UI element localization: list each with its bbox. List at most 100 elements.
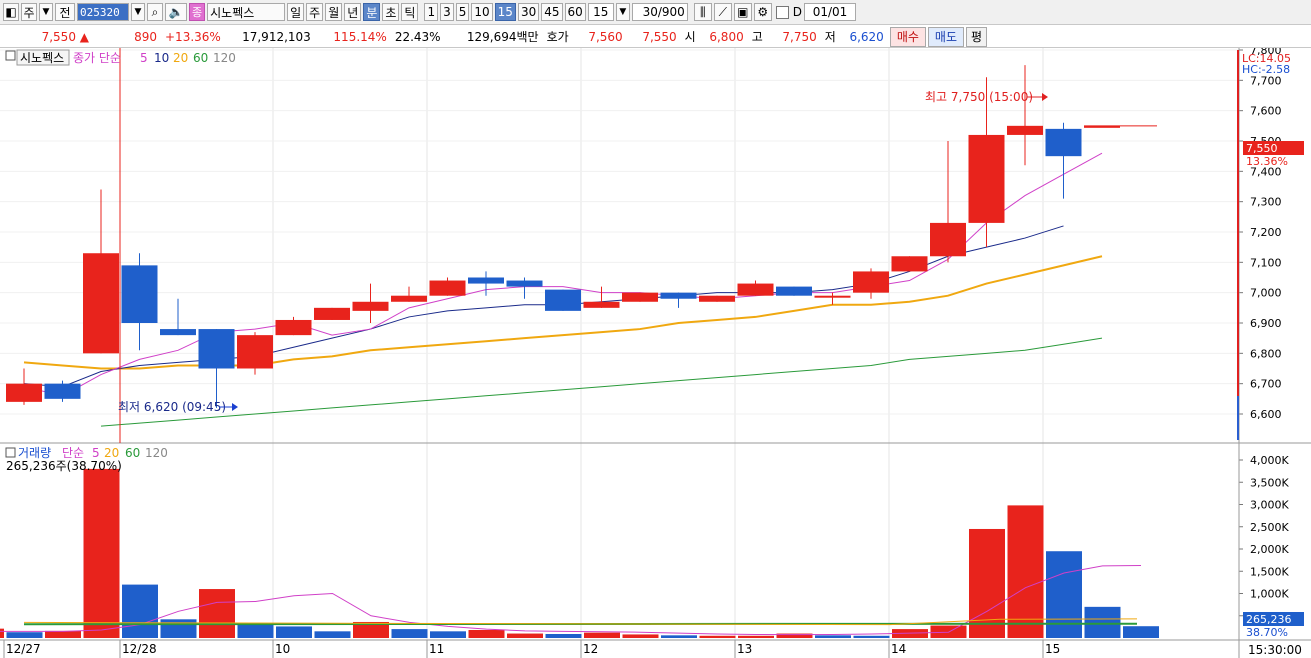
volume-ma60-label: 60 — [125, 446, 140, 460]
volume-bar — [1084, 606, 1121, 638]
price-tick-label: 6,700 — [1250, 378, 1282, 391]
interval-1[interactable]: 1 — [424, 3, 439, 21]
volume-bar — [738, 635, 774, 638]
buy-button[interactable]: 매수 — [889, 26, 926, 47]
stock-name-field[interactable]: 시노펙스 — [207, 3, 286, 21]
volume-legend-box-icon[interactable] — [5, 447, 16, 458]
high-label: 고 — [751, 30, 763, 44]
volume-bar — [199, 589, 235, 638]
x-axis-label: 12/27 — [6, 642, 41, 656]
candle — [44, 383, 81, 399]
price-tick-label: 6,600 — [1250, 408, 1282, 421]
speaker-icon[interactable]: 🔈 — [165, 3, 187, 21]
ma60-label: 60 — [193, 51, 208, 65]
volume-bar — [391, 629, 428, 638]
price-tick-label: 7,200 — [1250, 226, 1282, 239]
open-price: 6,800 — [709, 29, 744, 44]
ask-label: 호가 — [546, 30, 569, 44]
volume-tick-label: 2,500K — [1250, 521, 1289, 534]
candle — [968, 134, 1005, 223]
volume-ratio: 115.14% — [333, 29, 387, 44]
candle — [468, 277, 504, 284]
sell-button[interactable]: 매도 — [927, 26, 964, 47]
price-tick-label: 7,100 — [1250, 256, 1282, 269]
interval-5[interactable]: 5 — [455, 3, 470, 21]
market-dropdown-icon[interactable]: ▼ — [39, 3, 53, 21]
interval-45[interactable]: 45 — [541, 3, 563, 21]
volume-tick-label: 3,000K — [1250, 499, 1289, 512]
candle — [352, 301, 389, 311]
candle — [198, 329, 235, 369]
period-month[interactable]: 월 — [325, 3, 343, 21]
save-icon[interactable]: ▣ — [733, 3, 752, 21]
current-time: 15:30:00 — [1248, 643, 1302, 657]
period-minute[interactable]: 분 — [363, 3, 381, 21]
interval-60[interactable]: 60 — [564, 3, 586, 21]
period-day[interactable]: 일 — [287, 3, 305, 21]
volume-bar — [468, 629, 505, 638]
volume-bar — [276, 626, 312, 638]
last-price-label: 7,550 — [1246, 142, 1278, 155]
period-tick[interactable]: 틱 — [401, 3, 419, 21]
period-year[interactable]: 년 — [344, 3, 362, 21]
volume-bar — [0, 628, 4, 638]
candle-icon[interactable]: ⫼ — [693, 3, 712, 21]
legend-box-icon[interactable] — [5, 50, 16, 61]
date-checkbox[interactable] — [775, 5, 789, 19]
count-input[interactable]: 30/900 — [631, 3, 688, 21]
x-axis-label: 13 — [737, 642, 752, 656]
last-volume-pct: 38.70% — [1246, 626, 1288, 639]
volume-bar — [622, 634, 659, 638]
quote-bar: 7,550 ▲ 890 +13.36% 17,912,103 115.14% 2… — [0, 26, 1311, 48]
volume-ma20-label: 20 — [104, 446, 119, 460]
volume-ma120-label: 120 — [145, 446, 168, 460]
interval-15[interactable]: 15 — [494, 3, 516, 21]
open-label: 시 — [684, 30, 696, 44]
price-legend: 시노펙스 종가 단순 5 10 20 60 120 — [5, 49, 236, 66]
period-second[interactable]: 초 — [382, 3, 400, 21]
low-price: 6,620 — [849, 29, 884, 44]
volume-tick-label: 1,500K — [1250, 565, 1289, 578]
prev-button[interactable]: 전 — [55, 3, 75, 21]
volume-bar — [237, 624, 274, 638]
x-axis-label: 12/28 — [122, 642, 157, 656]
chart-area[interactable]: 7,8007,7007,6007,5007,4007,3007,2007,100… — [0, 48, 1311, 658]
price-change: 890 — [134, 29, 157, 44]
candle — [622, 292, 658, 302]
volume-bar — [815, 635, 851, 638]
interval-30[interactable]: 30 — [517, 3, 540, 21]
date-input[interactable]: 01/01 — [804, 3, 857, 21]
chart-settings-icon[interactable]: ◧ — [3, 3, 19, 21]
volume-bar — [160, 619, 197, 638]
candle — [83, 253, 119, 354]
volume-ma5-label: 5 — [92, 446, 100, 460]
candle — [121, 265, 158, 323]
interval-3[interactable]: 3 — [440, 3, 454, 21]
candle — [1084, 125, 1120, 128]
volume-label: 거래량 — [18, 446, 51, 460]
period-week[interactable]: 주 — [306, 3, 324, 21]
code-dropdown-icon[interactable]: ▼ — [131, 3, 145, 21]
low-annotation: 최저 6,620 (09:45) — [118, 400, 226, 414]
high-price: 7,750 — [782, 29, 817, 44]
stock-code-input[interactable]: 025320 — [77, 3, 129, 21]
x-axis-label: 15 — [1045, 642, 1060, 656]
stock-type-badge: 종 — [189, 3, 206, 21]
volume-bar — [83, 468, 120, 638]
search-icon[interactable]: ⌕ — [147, 3, 163, 21]
market-select[interactable]: 주 — [21, 3, 37, 21]
gear-icon[interactable]: ⚙ — [753, 3, 772, 21]
date-check-label: D — [792, 5, 803, 19]
line-chart-icon[interactable]: ⟋ — [713, 3, 732, 21]
volume-tick-label: 1,000K — [1250, 588, 1289, 601]
candle — [814, 295, 851, 298]
interval-dropdown-icon[interactable]: ▼ — [615, 3, 630, 21]
interval-10[interactable]: 10 — [471, 3, 493, 21]
price-tick-label: 6,800 — [1250, 347, 1282, 360]
volume-bar — [507, 633, 543, 638]
candle — [545, 289, 581, 311]
candle — [1045, 128, 1082, 157]
interval-input[interactable]: 15 — [587, 3, 614, 21]
avg-button[interactable]: 평 — [966, 26, 988, 47]
price-tick-label: 7,600 — [1250, 105, 1282, 118]
